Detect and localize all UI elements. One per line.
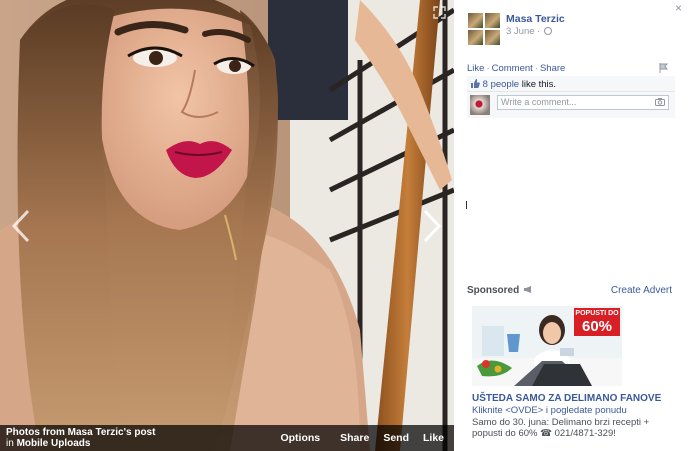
photo-source-prefix: in (6, 438, 14, 449)
comment-input[interactable]: Write a comment... (497, 95, 669, 110)
poster-name[interactable]: Masa Terzic (506, 13, 565, 25)
sponsored-label: Sponsored (467, 285, 533, 296)
ad-link[interactable]: Kliknite <OVDE> i pogledate ponudu (472, 405, 627, 416)
sponsored-text: Sponsored (467, 285, 520, 296)
photo-actions: Options Share Send Like (280, 432, 444, 444)
post-date: 3 June · (506, 26, 553, 37)
post-share-link[interactable]: Share (540, 63, 565, 74)
badge-line2: 60% (581, 318, 613, 335)
photo-source-title[interactable]: Photos from Masa Terzic's post (6, 427, 155, 438)
post-actions: Like · Comment · Share (467, 63, 565, 74)
ad-image[interactable]: POPUSTI DO 60% (472, 306, 622, 386)
close-icon[interactable]: × (675, 1, 682, 15)
options-button[interactable]: Options (280, 432, 320, 444)
photo-stage[interactable]: Photos from Masa Terzic's post in Mobile… (0, 0, 454, 451)
photo-album-link[interactable]: Mobile Uploads (17, 438, 91, 449)
avatar[interactable] (468, 13, 500, 45)
send-button[interactable]: Send (383, 432, 409, 444)
megaphone-icon (524, 286, 532, 293)
post-date-text[interactable]: 3 June (506, 26, 535, 37)
badge-line1: POPUSTI DO (575, 310, 619, 317)
comment-composer: Write a comment... (467, 92, 675, 118)
separator: · (486, 63, 490, 74)
post-like-link[interactable]: Like (467, 63, 484, 74)
date-separator: · (537, 26, 541, 37)
like-button[interactable]: Like (423, 432, 444, 444)
discount-badge: POPUSTI DO 60% (574, 308, 620, 336)
photo-source: Photos from Masa Terzic's post in Mobile… (6, 427, 155, 449)
selfie-photo (0, 0, 454, 451)
create-advert-link[interactable]: Create Advert (611, 285, 672, 296)
ad-title[interactable]: UŠTEDA SAMO ZA DELIMANO FANOVE (472, 393, 661, 404)
camera-icon[interactable] (655, 98, 665, 106)
likes-summary: 8 people like this. (467, 76, 675, 92)
share-button[interactable]: Share (340, 432, 369, 444)
thumbs-up-icon (471, 79, 480, 88)
chevron-right-icon[interactable] (421, 208, 443, 244)
likes-suffix: like this. (519, 79, 557, 90)
my-avatar (470, 95, 490, 115)
post-comment-link[interactable]: Comment (492, 63, 533, 74)
chevron-left-icon[interactable] (10, 208, 32, 244)
globe-icon (544, 27, 553, 35)
likes-count[interactable]: 8 people (483, 79, 519, 90)
ad-description: Samo do 30. juna: Delimano brzi recepti … (472, 417, 650, 439)
text-cursor (466, 201, 467, 209)
separator: · (534, 63, 538, 74)
photo-action-bar: Photos from Masa Terzic's post in Mobile… (0, 425, 454, 451)
flag-icon[interactable] (659, 63, 668, 73)
expand-icon[interactable] (433, 6, 446, 19)
